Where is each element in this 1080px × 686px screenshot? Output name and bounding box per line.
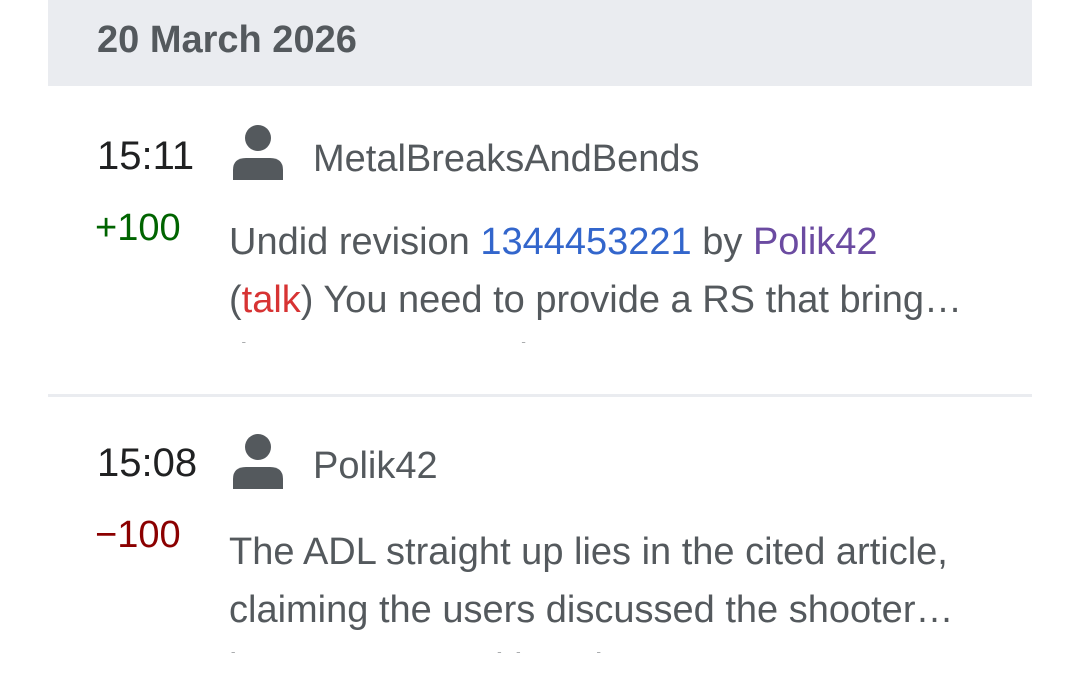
user-avatar-icon xyxy=(232,433,284,489)
edit-summary: The ADL straight up lies in the cited ar… xyxy=(229,523,1029,653)
talk-link[interactable]: talk xyxy=(242,279,301,321)
summary-line-3: the ADL's reputation upon ... xyxy=(229,329,1029,343)
user-link[interactable]: Polik42 xyxy=(753,221,878,263)
summary-text: ( xyxy=(229,279,242,321)
date-header-label: 20 March 2026 xyxy=(97,19,357,61)
revision-link[interactable]: 1344453221 xyxy=(480,221,691,263)
change-time: 15:11 xyxy=(97,134,195,178)
summary-line-2: claiming the users discussed the shooter… xyxy=(229,589,954,631)
edit-summary: Undid revision 1344453221 by Polik42 (ta… xyxy=(229,213,1029,343)
summary-line-2: (talk) You need to provide a RS that bri… xyxy=(229,271,1029,329)
summary-line-1: Undid revision 1344453221 by Polik42 xyxy=(229,213,1029,271)
size-diff-added: +100 xyxy=(95,207,181,249)
summary-text: Undid revision xyxy=(229,221,481,263)
change-time: 15:08 xyxy=(97,441,198,485)
change-username[interactable]: MetalBreaksAndBends xyxy=(313,138,700,181)
summary-line-3: in a manner and location ... xyxy=(229,639,1029,653)
date-header: 20 March 2026 xyxy=(48,0,1032,86)
size-diff-removed: −100 xyxy=(95,514,181,556)
change-username[interactable]: Polik42 xyxy=(313,445,438,488)
user-avatar-icon xyxy=(232,124,284,180)
recent-changes-page: 20 March 2026 15:11 MetalBreaksAndBends … xyxy=(0,0,1080,686)
summary-line-1: The ADL straight up lies in the cited ar… xyxy=(229,531,948,573)
change-entry[interactable]: 15:08 Polik42 −100 The ADL straight up l… xyxy=(48,397,1032,686)
summary-text: ) You need to provide a RS that bring… xyxy=(300,279,963,321)
summary-text: by xyxy=(691,221,753,263)
change-entry[interactable]: 15:11 MetalBreaksAndBends +100 Undid rev… xyxy=(48,86,1032,397)
